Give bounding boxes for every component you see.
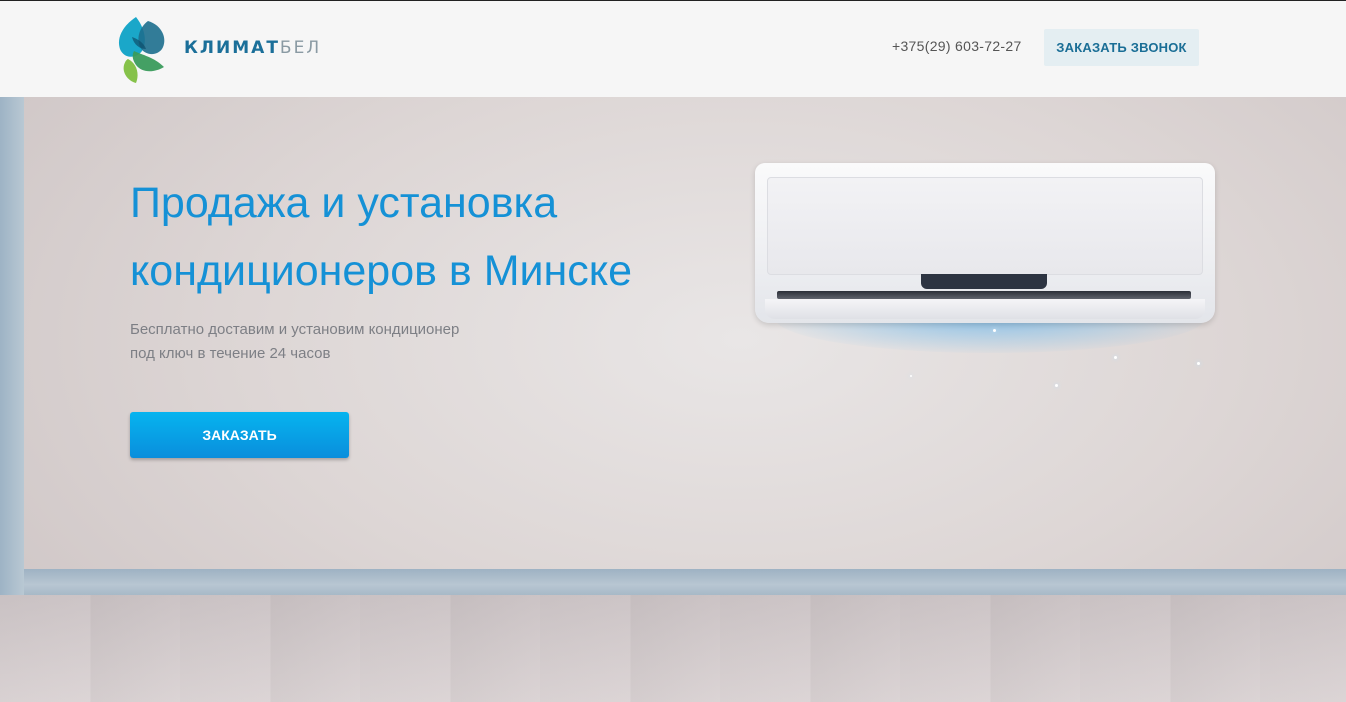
hero-section: Продажа и установка кондиционеров в Минс… — [0, 97, 1346, 702]
logo-text-part1: КЛИМАТ — [184, 38, 280, 58]
hero-title-line-2: кондиционеров в Минске — [130, 247, 632, 295]
sparkle — [993, 329, 996, 332]
baseboard — [24, 569, 1346, 595]
order-call-button[interactable]: ЗАКАЗАТЬ ЗВОНОК — [1044, 29, 1199, 66]
sparkle — [1197, 362, 1200, 365]
sparkle — [910, 375, 912, 377]
ac-front-panel — [767, 177, 1203, 275]
hero-subtitle-line-1: Бесплатно доставим и установим кондицион… — [130, 321, 460, 338]
hero-title-line-1: Продажа и установка — [130, 179, 558, 227]
hero-subtitle-line-2: под ключ в течение 24 часов — [130, 345, 331, 362]
ac-display — [921, 274, 1047, 289]
order-button[interactable]: ЗАКАЗАТЬ — [130, 412, 349, 458]
logo[interactable]: КЛИМАТБЕЛ — [114, 15, 319, 85]
ac-vent — [777, 291, 1191, 299]
logo-leaf-icon — [118, 17, 165, 83]
logo-text: КЛИМАТБЕЛ — [184, 38, 321, 58]
site-header: КЛИМАТБЕЛ +375(29) 603-72-27 ЗАКАЗАТЬ ЗВ… — [0, 0, 1346, 97]
logo-text-part2: БЕЛ — [279, 38, 322, 58]
air-conditioner-image — [755, 163, 1215, 353]
hero-title: Продажа и установка кондиционеров в Минс… — [130, 169, 750, 305]
phone-number[interactable]: +375(29) 603-72-27 — [892, 38, 1022, 54]
wall-edge — [0, 97, 24, 617]
sparkle — [1114, 356, 1117, 359]
sparkle — [1055, 384, 1058, 387]
ac-flap — [765, 299, 1205, 319]
hero-subtitle: Бесплатно доставим и установим кондицион… — [130, 318, 550, 366]
floor — [0, 595, 1346, 702]
